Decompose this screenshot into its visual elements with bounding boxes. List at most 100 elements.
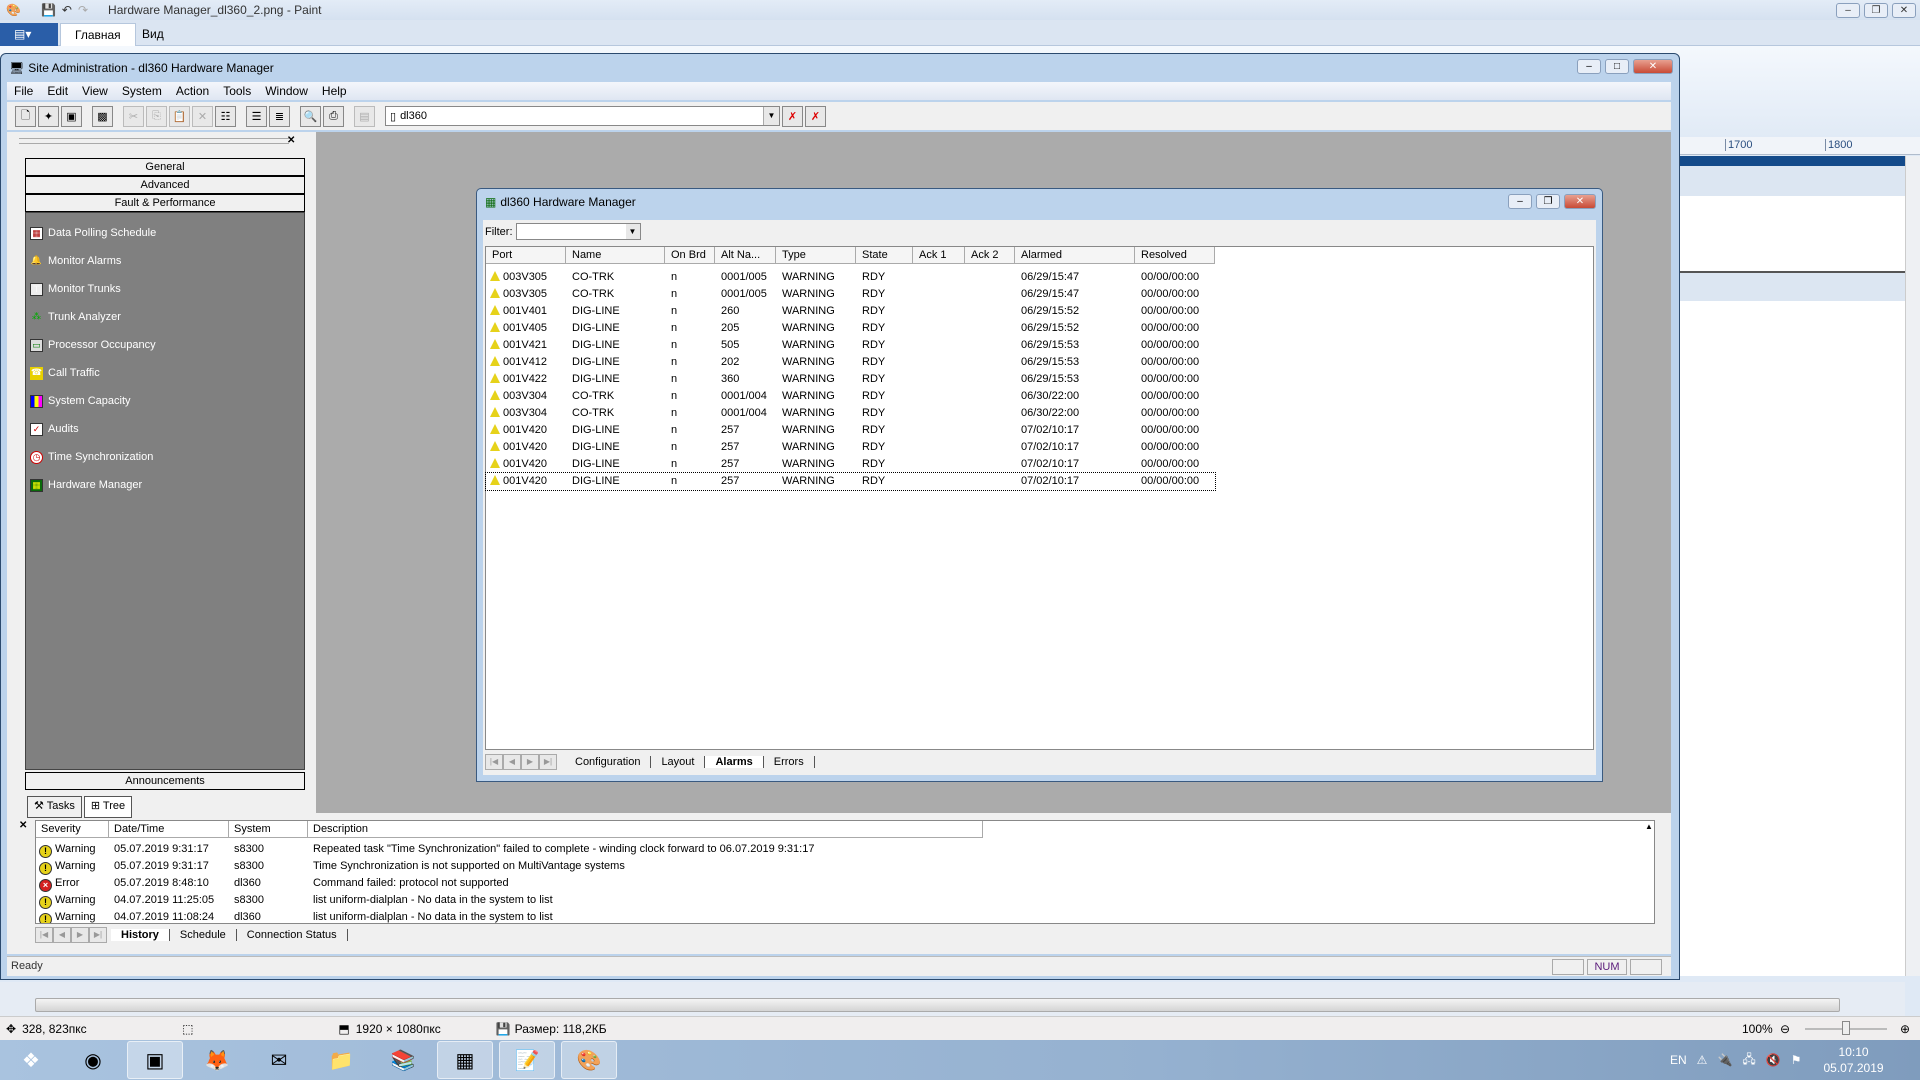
scroll-up-icon[interactable]: ▲ [1645, 822, 1653, 831]
taskbar-site-administration[interactable]: ▣ [127, 1041, 183, 1079]
start-button[interactable]: ❖ [3, 1041, 59, 1079]
redo-icon[interactable]: ↷ [78, 3, 88, 17]
last-tab-icon[interactable]: ▶| [89, 926, 107, 943]
menu-view[interactable]: View [75, 84, 115, 98]
table-row[interactable]: 003V304 CO-TRK n 0001/004 WARNING RDY 06/30/22… [486, 388, 1215, 405]
child-restore-button[interactable]: ❐ [1536, 194, 1560, 209]
column-header[interactable]: Severity [36, 821, 109, 838]
report-icon[interactable]: ▤ [354, 105, 375, 127]
menu-help[interactable]: Help [315, 84, 354, 98]
system-selector[interactable]: ▯ dl360 ▼ [385, 106, 780, 126]
column-header[interactable]: Port [486, 247, 566, 264]
list-view-icon[interactable]: ☰ [246, 105, 267, 127]
menu-file[interactable]: File [7, 84, 40, 98]
panel-grip[interactable] [19, 138, 289, 144]
paint-menu-button[interactable]: ▤▾ [0, 23, 58, 46]
task-system-capacity[interactable]: System Capacity [30, 393, 131, 409]
tab-schedule[interactable]: Schedule [170, 928, 237, 941]
history-row[interactable]: × Error 05.07.2019 8:48:10 dl360 Command fai… [36, 875, 1036, 892]
disconnect-all-icon[interactable]: ✗ [805, 105, 826, 127]
table-row[interactable]: 001V412 DIG-LINE n 202 WARNING RDY 06/29/15:53… [486, 354, 1215, 371]
action-center-icon[interactable]: ⚑ [1791, 1053, 1802, 1067]
task-processor-occupancy[interactable]: ▭ Processor Occupancy [30, 337, 156, 353]
power-icon[interactable]: 🔌 [1717, 1053, 1732, 1067]
undo-icon[interactable]: ↶ [62, 3, 72, 17]
paint-horizontal-scrollbar[interactable] [0, 982, 1905, 1016]
column-header[interactable]: Alarmed [1015, 247, 1135, 264]
save-all-icon[interactable]: ▩ [92, 105, 113, 127]
main-close-button[interactable]: ✕ [1633, 59, 1673, 74]
chevron-down-icon[interactable]: ▼ [763, 107, 779, 125]
table-row[interactable]: 001V405 DIG-LINE n 205 WARNING RDY 06/29/15:52… [486, 320, 1215, 337]
history-row[interactable]: ! Warning 05.07.2019 9:31:17 s8300 Repeated … [36, 841, 1036, 858]
task-audits[interactable]: ✓ Audits [30, 421, 79, 437]
antivirus-icon[interactable]: ⚠ [1697, 1053, 1708, 1067]
task-time-synchronization[interactable]: ◷ Time Synchronization [30, 449, 153, 465]
chevron-down-icon[interactable]: ▼ [625, 224, 640, 239]
history-row[interactable]: ! Warning 04.07.2019 11:25:05 s8300 list uni… [36, 892, 1036, 909]
print-icon[interactable]: ⎙ [323, 105, 344, 127]
column-header[interactable]: Resolved [1135, 247, 1215, 264]
menu-edit[interactable]: Edit [40, 84, 75, 98]
column-header[interactable]: State [856, 247, 913, 264]
column-header[interactable]: Ack 1 [913, 247, 965, 264]
taskbar-notepad[interactable]: 📝 [499, 1041, 555, 1079]
paste-icon[interactable]: 📋 [169, 105, 190, 127]
menu-system[interactable]: System [115, 84, 169, 98]
cut-icon[interactable]: ✂ [123, 105, 144, 127]
table-row[interactable]: 003V305 CO-TRK n 0001/005 WARNING RDY 06/29/15… [486, 269, 1215, 286]
tab-configuration[interactable]: Configuration [565, 756, 652, 768]
column-header[interactable]: Ack 2 [965, 247, 1015, 264]
table-row[interactable]: 001V420 DIG-LINE n 257 WARNING RDY 07/02/10:17… [486, 456, 1215, 473]
taskbar-chrome[interactable]: ◉ [65, 1041, 121, 1079]
task-trunk-analyzer[interactable]: ⁂ Trunk Analyzer [30, 309, 121, 325]
prev-tab-icon[interactable]: ◀ [53, 926, 71, 943]
table-row[interactable]: 001V421 DIG-LINE n 505 WARNING RDY 06/29/15:53… [486, 337, 1215, 354]
disconnect-icon[interactable]: ✗ [782, 105, 803, 127]
language-indicator[interactable]: EN [1670, 1053, 1687, 1067]
table-row[interactable]: 003V305 CO-TRK n 0001/005 WARNING RDY 06/29/15… [486, 286, 1215, 303]
main-minimize-button[interactable]: – [1577, 59, 1601, 74]
tab-view[interactable]: Вид [128, 23, 178, 46]
column-header[interactable]: Date/Time [109, 821, 229, 838]
last-tab-icon[interactable]: ▶| [539, 754, 557, 770]
tab-tree[interactable]: ⊞ Tree [83, 796, 133, 818]
menu-action[interactable]: Action [169, 84, 216, 98]
column-header[interactable]: Description [308, 821, 983, 838]
task-monitor-trunks[interactable]: ⊤ Monitor Trunks [30, 281, 121, 297]
panel-close-icon[interactable]: ✕ [287, 135, 295, 146]
menu-tools[interactable]: Tools [216, 84, 258, 98]
task-data-polling-schedule[interactable]: ▦ Data Polling Schedule [30, 225, 156, 241]
paint-restore-button[interactable]: ❐ [1864, 3, 1888, 18]
column-header[interactable]: System [229, 821, 308, 838]
tab-alarms[interactable]: Alarms [705, 756, 764, 768]
delete-icon[interactable]: ✕ [192, 105, 213, 127]
next-tab-icon[interactable]: ▶ [71, 926, 89, 943]
tab-history[interactable]: History [111, 928, 170, 941]
group-fault-performance[interactable]: Fault & Performance [25, 194, 305, 212]
group-advanced[interactable]: Advanced [25, 176, 305, 194]
prev-tab-icon[interactable]: ◀ [503, 754, 521, 770]
child-minimize-button[interactable]: – [1508, 194, 1532, 209]
column-header[interactable]: Alt Na... [715, 247, 776, 264]
first-tab-icon[interactable]: |◀ [35, 926, 53, 943]
tab-errors[interactable]: Errors [764, 756, 815, 768]
tab-tasks[interactable]: ⚒ Tasks [27, 796, 82, 818]
table-row[interactable]: 001V420 DIG-LINE n 257 WARNING RDY 07/02/10:17… [485, 472, 1216, 491]
filter-combo[interactable]: ▼ [515, 223, 641, 240]
taskbar-firefox[interactable]: 🦊 [189, 1041, 245, 1079]
column-header[interactable]: On Brd [665, 247, 715, 264]
copy-icon[interactable]: ⎘ [146, 105, 167, 127]
volume-icon[interactable]: 🔇 [1766, 1053, 1781, 1067]
taskbar-winrar[interactable]: 📚 [375, 1041, 431, 1079]
clock[interactable]: 10:10 05.07.2019 [1824, 1044, 1884, 1076]
taskbar-explorer[interactable]: 📁 [313, 1041, 369, 1079]
properties-icon[interactable]: ☷ [215, 105, 236, 127]
paint-vertical-scrollbar[interactable] [1905, 156, 1920, 976]
task-call-traffic[interactable]: ☎ Call Traffic [30, 365, 100, 381]
taskbar-thunderbird[interactable]: ✉ [251, 1041, 307, 1079]
history-row[interactable]: ! Warning 04.07.2019 11:08:24 dl360 list uni… [36, 909, 1036, 923]
menu-window[interactable]: Window [258, 84, 315, 98]
taskbar-paint[interactable]: 🎨 [561, 1041, 617, 1079]
column-header[interactable]: Type [776, 247, 856, 264]
